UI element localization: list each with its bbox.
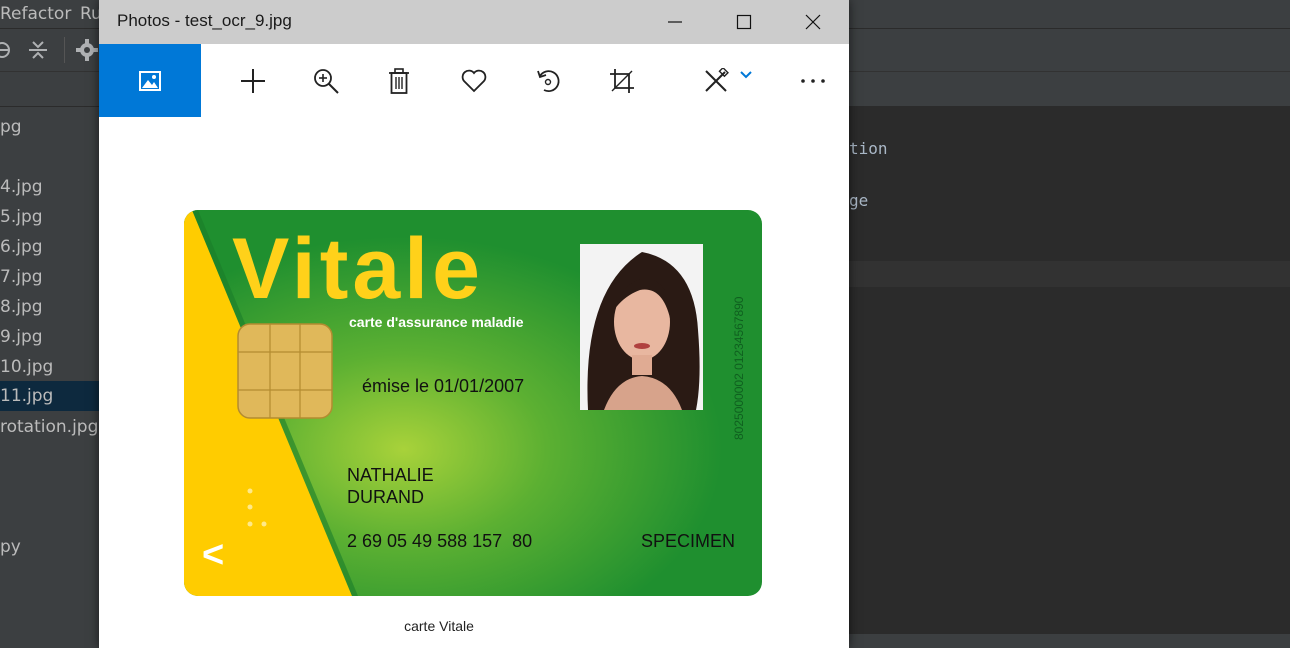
settings-gear-icon[interactable]	[76, 39, 98, 61]
project-file[interactable]: 10.jpg	[0, 352, 99, 382]
card-first-name: NATHALIE	[347, 465, 434, 485]
project-file-selected[interactable]: 11.jpg	[0, 381, 99, 411]
zoom-button[interactable]	[306, 44, 346, 117]
code-editor[interactable]: tion ge	[849, 107, 1290, 634]
heart-icon	[461, 69, 487, 92]
see-all-photos-button[interactable]	[99, 44, 201, 117]
favorite-button[interactable]	[454, 44, 494, 117]
more-button[interactable]	[793, 44, 833, 117]
ide-status-bar	[849, 634, 1290, 648]
minimize-button[interactable]	[641, 0, 709, 44]
collapse-all-icon[interactable]	[28, 39, 48, 61]
edit-create-button[interactable]	[697, 44, 759, 117]
project-file[interactable]: 7.jpg	[0, 262, 99, 292]
project-file[interactable]: 9.jpg	[0, 322, 99, 352]
current-line-highlight	[849, 261, 1290, 287]
project-file[interactable]: py	[0, 532, 99, 562]
card-last-name: DURAND	[347, 487, 425, 507]
card-arrow: <	[202, 534, 225, 576]
window-title: Photos - test_ocr_9.jpg	[117, 11, 292, 30]
card-specimen: SPECIMEN	[641, 531, 736, 551]
project-file[interactable]: pg	[0, 112, 99, 142]
title-bar[interactable]: Photos - test_ocr_9.jpg	[99, 0, 849, 44]
toolbar-divider	[64, 37, 65, 63]
zoom-icon	[314, 68, 339, 94]
chevron-down-icon	[740, 70, 752, 78]
rotate-icon	[537, 69, 560, 92]
more-icon	[801, 78, 825, 83]
see-all-photos-icon	[139, 70, 161, 91]
photos-window: Photos - test_ocr_9.jpg Vitale carte d'a…	[99, 0, 849, 648]
card-number: 2 69 05 49 588 157 80	[347, 531, 533, 551]
minimize-icon	[668, 21, 682, 23]
project-file[interactable]: 5.jpg	[0, 202, 99, 232]
menu-refactor[interactable]: Refactor	[0, 4, 71, 24]
maximize-button[interactable]	[710, 0, 778, 44]
close-button[interactable]	[779, 0, 847, 44]
card-issue-date: émise le 01/01/2007	[362, 376, 525, 396]
add-icon	[241, 68, 265, 93]
code-line: tion	[849, 139, 888, 158]
photo-viewer[interactable]: Vitale carte d'assurance maladie émise l…	[99, 117, 849, 648]
crop-button[interactable]	[602, 44, 642, 117]
crop-icon	[610, 68, 634, 93]
delete-button[interactable]	[379, 44, 419, 117]
locate-icon[interactable]	[0, 41, 12, 59]
maximize-icon	[736, 14, 752, 30]
rotate-button[interactable]	[528, 44, 568, 117]
project-file[interactable]: 6.jpg	[0, 232, 99, 262]
project-file[interactable]: 8.jpg	[0, 292, 99, 322]
vitale-card-image: Vitale carte d'assurance maladie émise l…	[184, 210, 762, 596]
delete-icon	[389, 67, 409, 94]
project-file[interactable]: rotation.jpg	[0, 412, 99, 442]
code-line: ge	[849, 191, 869, 210]
image-caption: carte Vitale	[404, 618, 474, 634]
project-tree: pg 4.jpg 5.jpg 6.jpg 7.jpg 8.jpg 9.jpg 1…	[0, 107, 99, 648]
photo-toolbar	[99, 44, 849, 117]
card-brand: Vitale	[232, 221, 484, 317]
close-icon	[805, 14, 821, 30]
card-subtitle: carte d'assurance maladie	[349, 314, 524, 330]
edit-icon	[705, 67, 729, 92]
project-file[interactable]: 4.jpg	[0, 172, 99, 202]
add-button[interactable]	[233, 44, 273, 117]
card-serial: 8025000002 01234567890	[732, 296, 746, 440]
